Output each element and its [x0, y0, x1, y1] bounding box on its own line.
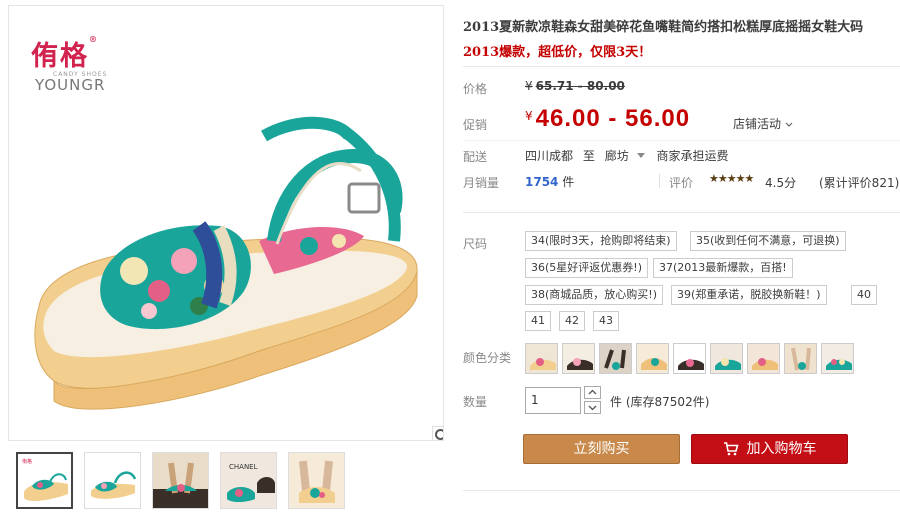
size-option[interactable]: 42 — [559, 311, 585, 331]
shipping-fee: 商家承担运费 — [656, 149, 729, 163]
color-swatch[interactable] — [710, 343, 743, 374]
color-swatch[interactable] — [562, 343, 595, 374]
review-count-link[interactable]: (累计评价821) — [819, 174, 899, 191]
product-subtitle: 2013爆款，超低价，仅限3天！ — [463, 45, 652, 60]
caret-down-icon — [636, 153, 645, 158]
quantity-stepper — [584, 386, 602, 416]
color-swatch[interactable] — [747, 343, 780, 374]
promo-price: ¥46.00 - 56.00 — [525, 105, 691, 132]
size-option[interactable]: 43 — [593, 311, 619, 331]
divider — [463, 140, 900, 141]
zoom-button[interactable] — [432, 426, 443, 440]
svg-text:侑格: 侑格 — [22, 458, 32, 465]
sales-label: 月销量 — [463, 176, 500, 190]
store-activity-dropdown[interactable]: 店铺活动 — [733, 115, 793, 132]
promo-label: 促销 — [463, 118, 488, 132]
price-label: 价格 — [463, 82, 488, 96]
quantity-label: 数量 — [463, 395, 488, 409]
rating-score: 4.5分 — [765, 176, 797, 190]
size-option[interactable]: 39(郑重承诺，脱胶换新鞋！) — [671, 285, 827, 305]
chevron-down-icon — [785, 122, 793, 127]
sandal-illustration — [34, 116, 418, 410]
size-option[interactable]: 40 — [851, 285, 877, 305]
thumbnail-4[interactable]: CHANEL — [220, 452, 277, 509]
shipping-label: 配送 — [463, 150, 488, 164]
stock-info: 件 (库存87502件) — [610, 395, 710, 409]
chevron-up-icon — [588, 389, 597, 395]
size-option[interactable]: 37(2013最新爆款，百搭! — [653, 258, 793, 278]
color-swatch[interactable] — [784, 343, 817, 374]
size-option[interactable]: 36(5星好评返优惠券!) — [525, 258, 648, 278]
product-title: 2013夏新款凉鞋森女甜美碎花鱼嘴鞋简约搭扣松糕厚底摇摇女鞋大码 — [463, 20, 864, 35]
thumbnail-1[interactable]: 侑格 — [16, 452, 73, 509]
size-option[interactable]: 41 — [525, 311, 551, 331]
divider — [463, 66, 900, 67]
color-label: 颜色分类 — [463, 351, 512, 365]
color-swatch[interactable] — [599, 343, 632, 374]
thumbnail-strip: 侑格 CHANEL — [16, 452, 345, 510]
divider — [659, 174, 660, 188]
cart-icon — [723, 442, 739, 456]
svg-text:CHANEL: CHANEL — [229, 463, 258, 471]
rating-label: 评价 — [669, 176, 694, 190]
thumbnail-5[interactable] — [288, 452, 345, 509]
buy-now-button[interactable]: 立刻购买 — [523, 434, 680, 464]
increment-button[interactable] — [584, 386, 601, 399]
add-to-cart-button[interactable]: 加入购物车 — [691, 434, 848, 464]
magnifier-icon — [435, 429, 443, 440]
quantity-input[interactable]: 1 — [525, 387, 581, 414]
divider — [463, 212, 900, 213]
original-price: ¥65.71 - 80.00 — [525, 79, 625, 93]
divider — [463, 490, 900, 491]
color-swatch[interactable] — [636, 343, 669, 374]
size-label: 尺码 — [463, 237, 488, 251]
size-option[interactable]: 35(收到任何不满意，可退换) — [690, 231, 846, 251]
color-swatch[interactable] — [673, 343, 706, 374]
shipping-info: 四川成都 至 廊坊 商家承担运费 — [525, 149, 729, 163]
main-product-image[interactable]: 侑格® CANDY SHOES YOUNGR — [8, 5, 444, 441]
color-swatch[interactable] — [525, 343, 558, 374]
size-option[interactable]: 34(限时3天，抢购即将结束) — [525, 231, 677, 251]
chevron-down-icon — [588, 405, 597, 411]
thumbnail-2[interactable] — [84, 452, 141, 509]
ship-to-selector[interactable]: 廊坊 — [605, 149, 653, 163]
decrement-button[interactable] — [584, 401, 601, 414]
size-option[interactable]: 38(商城品质，放心购买!) — [525, 285, 663, 305]
ship-from: 四川成都 — [525, 149, 574, 163]
color-swatch[interactable] — [821, 343, 854, 374]
thumbnail-3[interactable] — [152, 452, 209, 509]
rating-stars: ★★★★★ — [709, 172, 754, 185]
color-swatches — [525, 343, 854, 374]
monthly-sales: 1754 件 — [525, 175, 575, 189]
